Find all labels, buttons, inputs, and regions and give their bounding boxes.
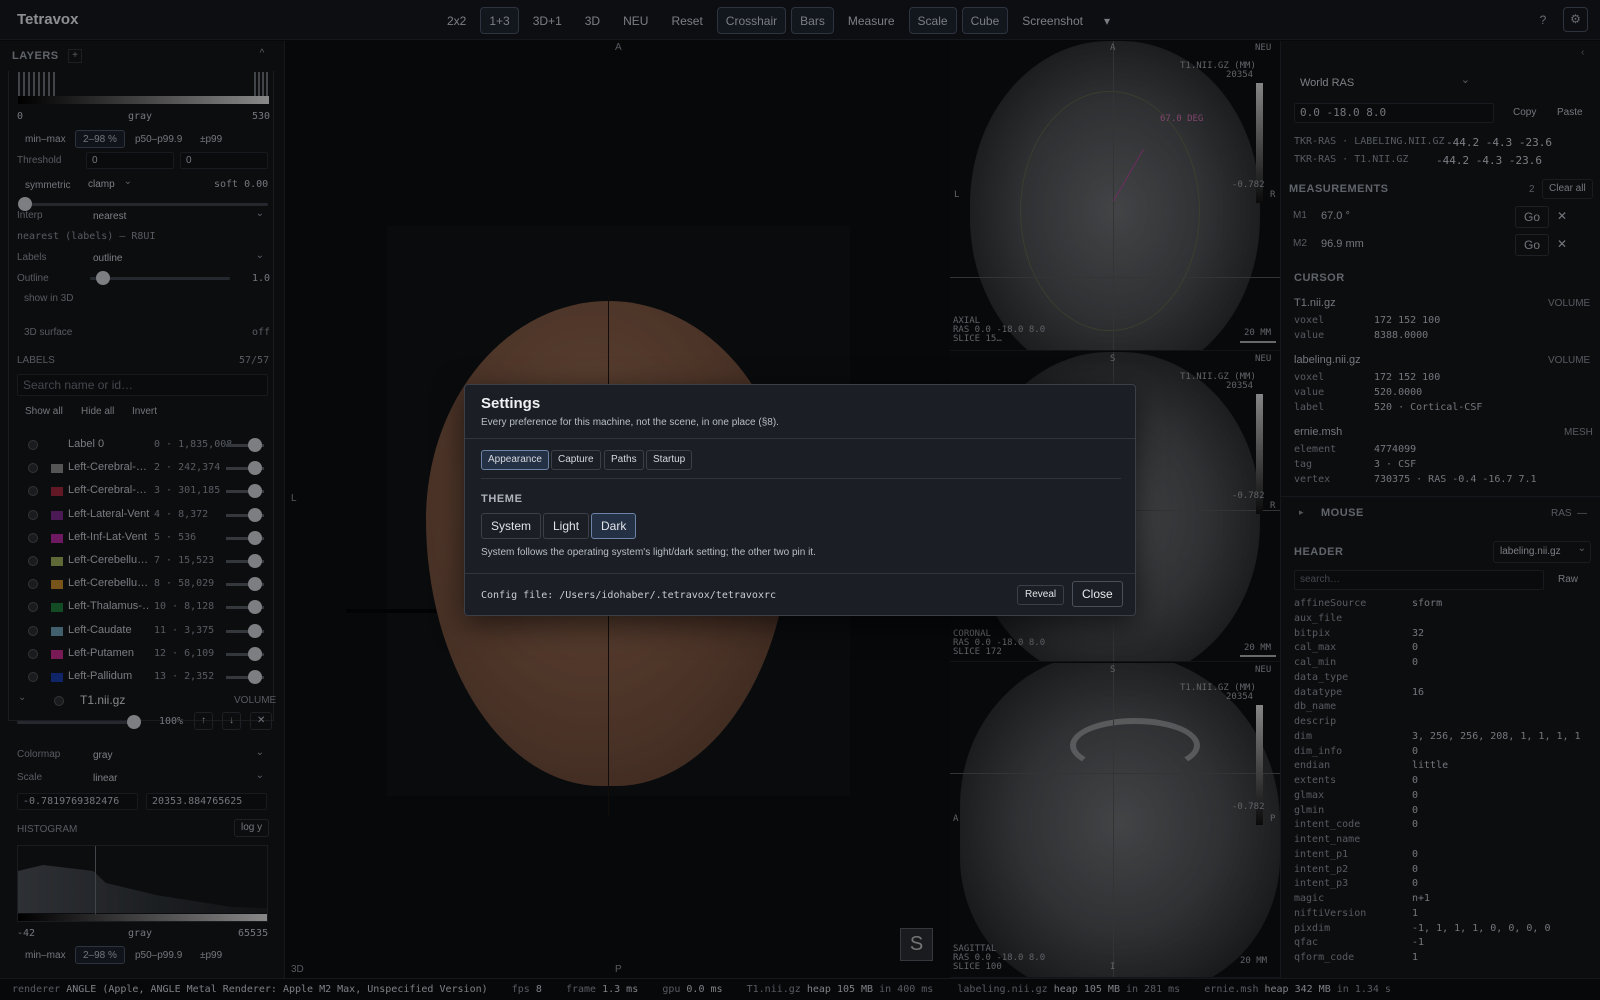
settings-title: Settings <box>481 395 541 412</box>
config-file-path: Config file: /Users/idohaber/.tetravox/t… <box>481 590 777 601</box>
settings-dialog: Settings Every preference for this machi… <box>464 384 1136 616</box>
tab-startup[interactable]: Startup <box>646 450 693 470</box>
theme-dark-button[interactable]: Dark <box>591 513 637 539</box>
tab-appearance[interactable]: Appearance <box>481 450 549 470</box>
theme-note: System follows the operating system's li… <box>481 547 816 558</box>
close-button[interactable]: Close <box>1072 581 1123 607</box>
theme-heading: THEME <box>481 493 523 505</box>
app-window: Tetravox 2x2 1+3 3D+1 3D NEU Reset Cross… <box>0 0 1600 1000</box>
reveal-button[interactable]: Reveal <box>1017 585 1065 605</box>
tab-capture[interactable]: Capture <box>551 450 601 470</box>
tab-paths[interactable]: Paths <box>604 450 644 470</box>
theme-system-button[interactable]: System <box>481 513 542 539</box>
theme-light-button[interactable]: Light <box>543 513 590 539</box>
settings-subtitle: Every preference for this machine, not t… <box>481 417 779 428</box>
